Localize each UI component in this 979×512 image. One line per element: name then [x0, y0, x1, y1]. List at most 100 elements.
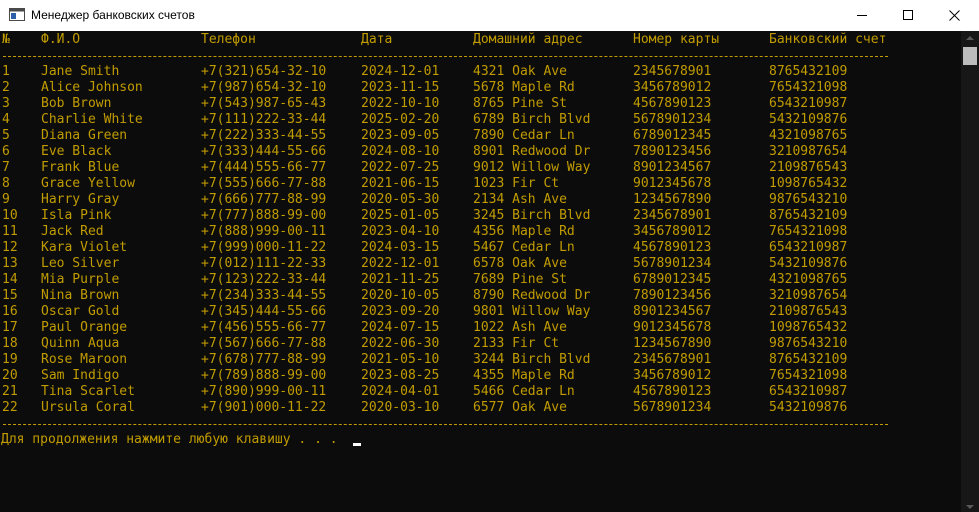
console-output[interactable]: № Ф.И.О Телефон Дата Домашний адрес Номе…	[0, 31, 961, 512]
scrollbar-thumb[interactable]	[963, 47, 977, 65]
row-num: 20	[2, 368, 18, 383]
row-name: Diana Green	[41, 128, 128, 143]
row-num: 1	[2, 64, 10, 79]
row-card-number: 4567890123	[633, 96, 712, 111]
row-address: 4321 Oak Ave	[473, 64, 567, 79]
row-bank-account: 4321098765	[769, 272, 848, 287]
title-bar[interactable]: Менеджер банковских счетов	[0, 0, 979, 31]
vertical-scrollbar[interactable]	[961, 31, 979, 512]
row-date: 2020-05-30	[361, 192, 440, 207]
console-app-icon	[9, 8, 25, 21]
header-account: Банковский счет	[769, 32, 887, 47]
header-address: Домашний адрес	[473, 32, 583, 47]
row-phone: +7(888)999-00-11	[201, 224, 327, 239]
row-bank-account: 9876543210	[769, 336, 848, 351]
scroll-down-arrow-icon	[966, 505, 974, 509]
row-bank-account: 6543210987	[769, 96, 848, 111]
row-card-number: 6789012345	[633, 128, 712, 143]
row-num: 18	[2, 336, 18, 351]
row-bank-account: 3210987654	[769, 288, 848, 303]
row-name: Nina Brown	[41, 288, 120, 303]
row-bank-account: 4321098765	[769, 128, 848, 143]
row-name: Paul Orange	[41, 320, 128, 335]
row-phone: +7(345)444-55-66	[201, 304, 327, 319]
row-card-number: 3456789012	[633, 224, 712, 239]
row-num: 12	[2, 240, 18, 255]
row-name: Mia Purple	[41, 272, 120, 287]
row-card-number: 7890123456	[633, 288, 712, 303]
row-num: 16	[2, 304, 18, 319]
row-num: 3	[2, 96, 10, 111]
row-date: 2022-06-30	[361, 336, 440, 351]
row-num: 17	[2, 320, 18, 335]
row-date: 2025-02-20	[361, 112, 440, 127]
row-address: 6789 Birch Blvd	[473, 112, 591, 127]
row-phone: +7(999)000-11-22	[201, 240, 327, 255]
row-address: 9801 Willow Way	[473, 304, 591, 319]
row-name: Jack Red	[41, 224, 104, 239]
row-address: 2134 Ash Ave	[473, 192, 567, 207]
row-phone: +7(222)333-44-55	[201, 128, 327, 143]
row-phone: +7(555)666-77-88	[201, 176, 327, 191]
row-address: 4355 Maple Rd	[473, 368, 575, 383]
row-bank-account: 9876543210	[769, 192, 848, 207]
row-bank-account: 1098765432	[769, 320, 848, 335]
row-date: 2023-11-15	[361, 80, 440, 95]
maximize-button[interactable]	[886, 0, 932, 31]
row-phone: +7(111)222-33-44	[201, 112, 327, 127]
row-name: Bob Brown	[41, 96, 112, 111]
minimize-button[interactable]	[840, 0, 886, 31]
row-bank-account: 3210987654	[769, 144, 848, 159]
row-name: Harry Gray	[41, 192, 120, 207]
close-button[interactable]	[932, 0, 978, 31]
row-address: 8790 Redwood Dr	[473, 288, 591, 303]
row-card-number: 5678901234	[633, 400, 712, 415]
row-phone: +7(234)333-44-55	[201, 288, 327, 303]
row-address: 9012 Willow Way	[473, 160, 591, 175]
row-phone: +7(890)999-00-11	[201, 384, 327, 399]
text-cursor	[353, 443, 361, 446]
row-phone: +7(678)777-88-99	[201, 352, 327, 367]
row-bank-account: 8765432109	[769, 64, 848, 79]
row-phone: +7(123)222-33-44	[201, 272, 327, 287]
row-bank-account: 1098765432	[769, 176, 848, 191]
row-date: 2025-01-05	[361, 208, 440, 223]
row-bank-account: 5432109876	[769, 112, 848, 127]
row-name: Frank Blue	[41, 160, 120, 175]
row-num: 6	[2, 144, 10, 159]
row-num: 5	[2, 128, 10, 143]
row-num: 11	[2, 224, 18, 239]
row-phone: +7(666)777-88-99	[201, 192, 327, 207]
row-date: 2022-07-25	[361, 160, 440, 175]
window-title: Менеджер банковских счетов	[31, 8, 195, 22]
row-address: 4356 Maple Rd	[473, 224, 575, 239]
row-card-number: 5678901234	[633, 256, 712, 271]
row-phone: +7(456)555-66-77	[201, 320, 327, 335]
scroll-up-button[interactable]	[961, 31, 979, 43]
row-address: 3244 Birch Blvd	[473, 352, 591, 367]
row-name: Kara Violet	[41, 240, 128, 255]
row-name: Rose Maroon	[41, 352, 128, 367]
scroll-up-arrow-icon	[966, 36, 974, 40]
row-date: 2024-04-01	[361, 384, 440, 399]
row-num: 10	[2, 208, 18, 223]
row-address: 6578 Oak Ave	[473, 256, 567, 271]
row-date: 2024-03-15	[361, 240, 440, 255]
close-icon	[949, 10, 960, 21]
row-date: 2024-12-01	[361, 64, 440, 79]
row-bank-account: 8765432109	[769, 208, 848, 223]
row-address: 8765 Pine St	[473, 96, 567, 111]
row-address: 1023 Fir Ct	[473, 176, 560, 191]
row-phone: +7(987)654-32-10	[201, 80, 327, 95]
row-date: 2022-12-01	[361, 256, 440, 271]
row-bank-account: 6543210987	[769, 384, 848, 399]
row-phone: +7(901)000-11-22	[201, 400, 327, 415]
row-num: 8	[2, 176, 10, 191]
row-address: 8901 Redwood Dr	[473, 144, 591, 159]
row-phone: +7(012)111-22-33	[201, 256, 327, 271]
scroll-down-button[interactable]	[961, 500, 979, 512]
row-num: 9	[2, 192, 10, 207]
row-card-number: 2345678901	[633, 352, 712, 367]
row-date: 2024-08-10	[361, 144, 440, 159]
row-num: 22	[2, 400, 18, 415]
